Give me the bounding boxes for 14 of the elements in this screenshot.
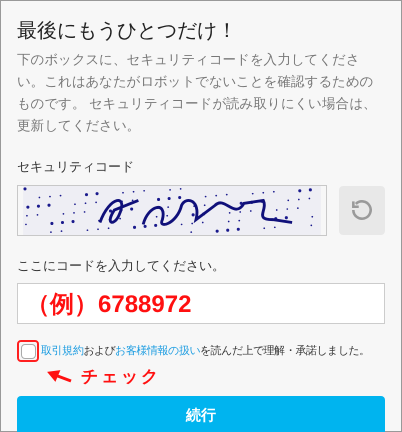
captcha-label: セキュリティコード	[17, 158, 134, 176]
continue-button[interactable]: 続行	[17, 396, 385, 432]
refresh-icon	[349, 197, 375, 223]
agreement-link[interactable]: お客様情報の扱い	[115, 344, 200, 357]
code-input-field[interactable]: （例）6788972	[17, 283, 385, 324]
arrow-icon	[47, 370, 73, 384]
check-annotation: チェック	[81, 366, 161, 388]
description: 下のボックスに、セキュリティコードを入力してください。これはあなたがロボットでないことを確認するためのものです。 セキュリティコードが読み取りにくい場合は、更新してください。	[17, 51, 378, 135]
dialog-title: 最後にもうひとつだけ！	[17, 19, 238, 44]
agreement-text: 取引規約およびお客様情報の扱いを読んだ上で理解・承諾しました。	[41, 344, 370, 359]
agreement-link[interactable]: 取引規約	[41, 344, 84, 357]
refresh-button[interactable]	[339, 186, 385, 234]
agree-checkbox[interactable]	[20, 344, 36, 358]
code-field-label: ここにコードを入力してください。	[17, 256, 225, 274]
